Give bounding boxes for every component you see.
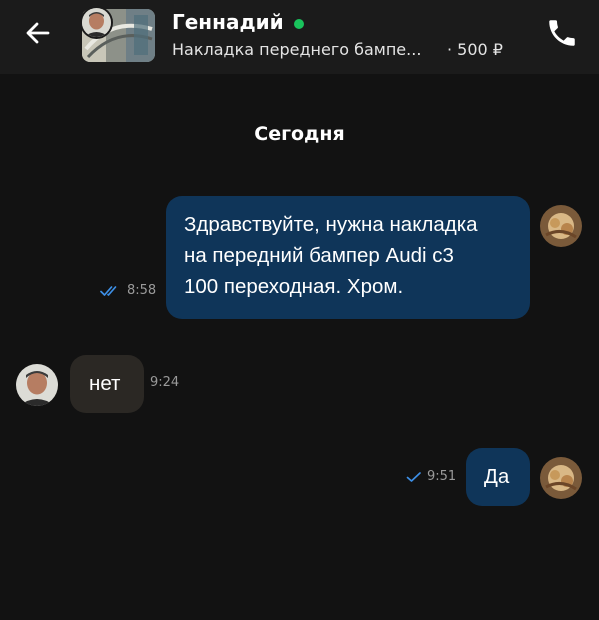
contact-name[interactable]: Геннадий xyxy=(172,10,284,34)
message-meta: 8:58 xyxy=(100,283,156,298)
chat-screen: Геннадий Накладка переднего бампе... · 5… xyxy=(0,0,599,620)
check-icon xyxy=(406,471,421,482)
double-check-icon xyxy=(100,285,117,296)
message-text: Здравствуйте, нужна накладка на передний… xyxy=(184,213,478,298)
my-avatar xyxy=(540,205,582,247)
message-text: Да xyxy=(484,465,510,488)
message-meta: 9:51 xyxy=(406,469,456,484)
message-bubble-outgoing[interactable]: Здравствуйте, нужна накладка на передний… xyxy=(166,196,530,319)
message-meta: 9:24 xyxy=(150,375,179,390)
message-text: нет xyxy=(89,372,121,395)
message-bubble-outgoing[interactable]: Да xyxy=(466,448,530,506)
message-time: 8:58 xyxy=(127,283,157,298)
contact-avatar-small[interactable] xyxy=(16,364,58,406)
arrow-left-icon xyxy=(26,22,50,44)
online-status-dot xyxy=(294,19,304,29)
ad-title[interactable]: Накладка переднего бампе... xyxy=(172,40,437,59)
date-separator: Сегодня xyxy=(254,123,345,145)
back-button[interactable] xyxy=(22,17,54,49)
ad-price: · 500 ₽ xyxy=(447,40,503,59)
phone-icon xyxy=(549,20,575,46)
message-bubble-incoming[interactable]: нет xyxy=(70,355,144,413)
my-avatar xyxy=(540,457,582,499)
call-button[interactable] xyxy=(545,16,579,50)
chat-header: Геннадий Накладка переднего бампе... · 5… xyxy=(0,0,599,74)
contact-avatar[interactable] xyxy=(80,6,113,39)
message-time: 9:24 xyxy=(150,375,180,390)
message-time: 9:51 xyxy=(427,469,457,484)
